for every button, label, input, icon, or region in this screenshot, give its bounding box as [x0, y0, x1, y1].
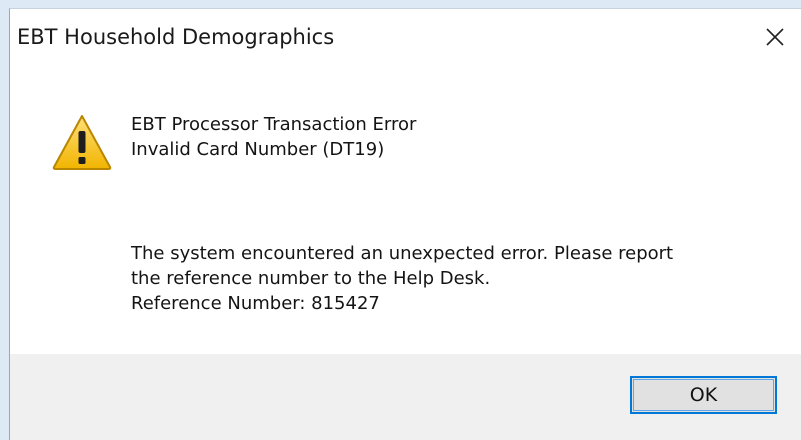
close-button[interactable] [753, 17, 797, 57]
ok-button[interactable]: OK [630, 376, 777, 414]
error-body: The system encountered an unexpected err… [131, 241, 673, 316]
ok-button-label: OK [689, 384, 718, 406]
body-line-1: The system encountered an unexpected err… [131, 243, 674, 264]
close-icon [766, 28, 784, 46]
button-bar: OK [10, 354, 801, 440]
error-detail: Invalid Card Number (DT19) [131, 139, 385, 160]
message-dialog: EBT Household Demographics EBT Processor… [9, 8, 801, 440]
error-heading: EBT Processor Transaction Error Invalid … [131, 112, 416, 162]
body-line-2: the reference number to the Help Desk. [131, 268, 491, 289]
dialog-title: EBT Household Demographics [17, 25, 335, 49]
warning-icon [52, 115, 112, 170]
error-title: EBT Processor Transaction Error [131, 114, 417, 135]
reference-number: Reference Number: 815427 [131, 293, 380, 314]
